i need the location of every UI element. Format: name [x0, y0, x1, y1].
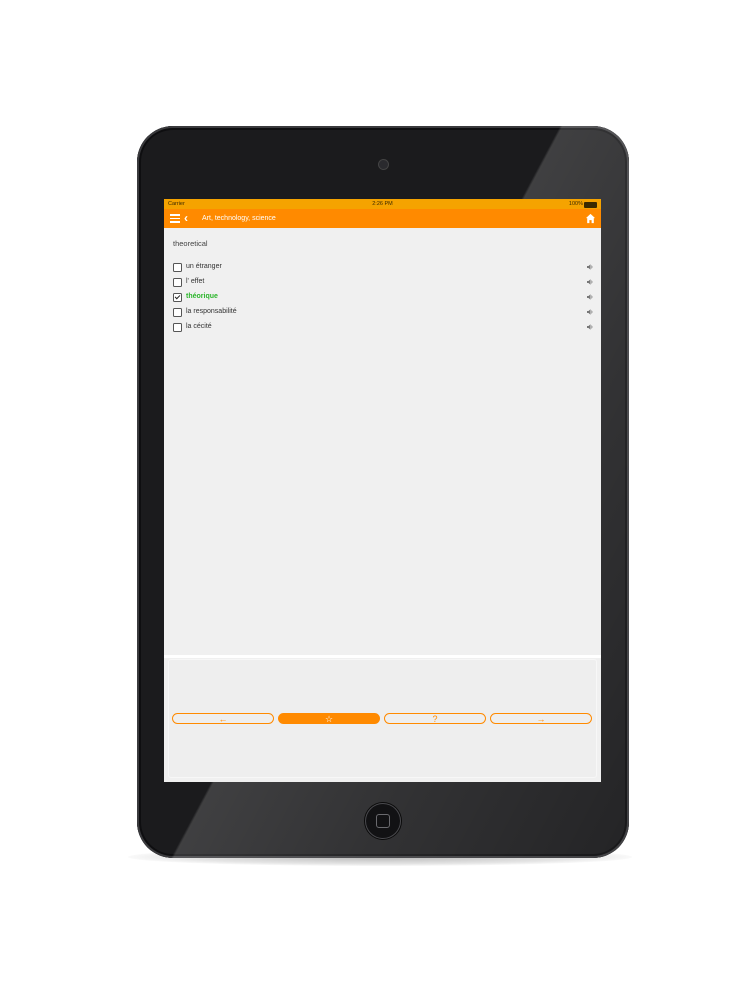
battery-percent: 100% [568, 201, 583, 207]
answer-label: un étranger [186, 263, 222, 270]
status-bar: Carrier 2:26 PM 100% [164, 199, 601, 209]
answer-option-2[interactable]: l' effet [173, 277, 594, 289]
answer-checkbox[interactable] [173, 278, 182, 287]
favorite-star-button[interactable]: ☆ [278, 713, 380, 724]
hint-button[interactable]: ? [384, 713, 486, 724]
speaker-icon[interactable] [586, 308, 594, 316]
back-chevron-icon[interactable]: ‹ [184, 212, 188, 225]
home-button-square-icon [376, 814, 390, 828]
answer-option-4[interactable]: la responsabilité [173, 307, 594, 319]
speaker-icon[interactable] [586, 293, 594, 301]
front-camera [379, 160, 388, 169]
answer-label-correct: théorique [186, 293, 218, 300]
answer-option-3[interactable]: théorique [173, 292, 594, 304]
answer-checkbox[interactable] [173, 323, 182, 332]
answer-label: la responsabilité [186, 308, 237, 315]
home-button[interactable] [365, 803, 401, 839]
answer-option-1[interactable]: un étranger [173, 262, 594, 274]
answer-checkbox[interactable] [173, 308, 182, 317]
panel-divider [164, 655, 601, 658]
app-screen: Carrier 2:26 PM 100% ‹ Art, technology, … [164, 199, 601, 782]
battery-icon [584, 202, 597, 208]
status-time: 2:26 PM [372, 201, 393, 207]
answer-label: la cécité [186, 323, 212, 330]
hamburger-menu-icon[interactable] [170, 214, 180, 223]
answer-label: l' effet [186, 278, 205, 285]
previous-button[interactable]: ← [172, 713, 274, 724]
speaker-icon[interactable] [586, 278, 594, 286]
answer-checkbox-checked[interactable] [173, 293, 182, 302]
nav-title: Art, technology, science [202, 215, 276, 222]
answer-checkbox[interactable] [173, 263, 182, 272]
answer-option-5[interactable]: la cécité [173, 322, 594, 334]
next-button[interactable]: → [490, 713, 592, 724]
speaker-icon[interactable] [586, 323, 594, 331]
question-text: theoretical [173, 239, 208, 248]
nav-bar: ‹ Art, technology, science [164, 209, 601, 228]
product-stage: Carrier 2:26 PM 100% ‹ Art, technology, … [0, 0, 750, 1000]
home-icon[interactable] [585, 213, 596, 224]
speaker-icon[interactable] [586, 263, 594, 271]
